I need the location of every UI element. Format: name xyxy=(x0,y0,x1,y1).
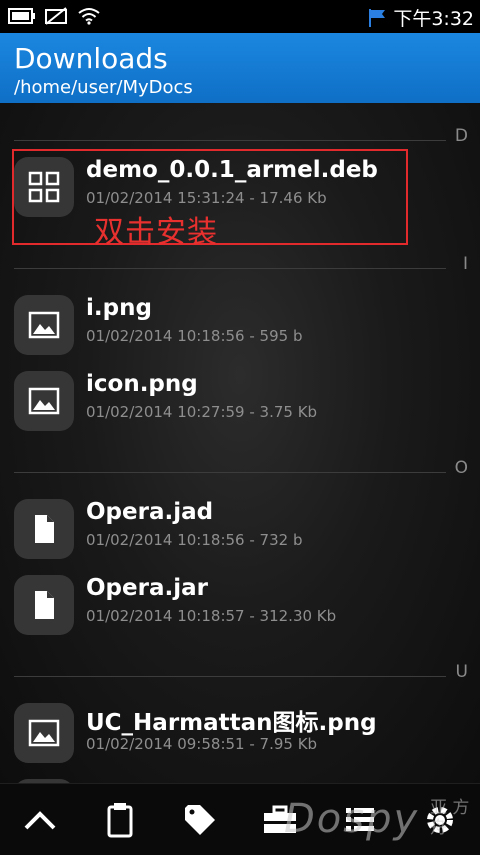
section-header-u: U xyxy=(14,659,480,689)
clock: 下午3:32 xyxy=(393,8,474,30)
file-name: i.png xyxy=(86,295,152,321)
page-title: Downloads xyxy=(14,42,168,75)
image-icon xyxy=(14,371,74,431)
clipboard-icon xyxy=(107,803,133,838)
file-meta: 01/02/2014 09:58:51 - 7.95 Kb xyxy=(86,735,318,753)
file-list[interactable]: D demo_0.0.1_armel.deb 01/02/2014 15:31:… xyxy=(0,103,480,783)
flag-icon xyxy=(369,8,386,27)
wifi-icon xyxy=(78,8,100,25)
section-header-i: I xyxy=(14,251,480,281)
document-icon xyxy=(14,575,74,635)
image-icon xyxy=(14,703,74,763)
list-item[interactable]: UC_Harmattan图标.png 01/02/2014 09:58:51 -… xyxy=(14,697,466,767)
section-header-o: O xyxy=(14,455,480,485)
watermark: Dospy xyxy=(284,796,420,842)
section-letter: U xyxy=(455,662,468,682)
annotation-text: 双击安装 xyxy=(94,215,218,250)
section-divider xyxy=(14,472,446,473)
file-name: Opera.jad xyxy=(86,499,214,525)
file-meta: 01/02/2014 10:18:56 - 732 b xyxy=(86,531,303,549)
file-name: Opera.jar xyxy=(86,575,208,601)
list-item-partial[interactable] xyxy=(14,773,466,783)
battery-icon xyxy=(8,8,35,24)
up-arrow-icon xyxy=(24,811,56,830)
section-divider xyxy=(14,268,446,269)
no-sim-icon xyxy=(45,7,67,25)
tag-icon xyxy=(185,805,215,835)
up-arrow-button[interactable] xyxy=(18,798,62,842)
section-divider xyxy=(14,140,446,141)
file-meta: 01/02/2014 10:27:59 - 3.75 Kb xyxy=(86,403,318,421)
section-letter: I xyxy=(462,254,468,274)
file-meta: 01/02/2014 10:18:57 - 312.30 Kb xyxy=(86,607,337,625)
section-letter: O xyxy=(454,458,468,478)
section-divider xyxy=(14,676,446,677)
file-meta: 01/02/2014 10:18:56 - 595 b xyxy=(86,327,303,345)
file-name: UC_Harmattan图标.png xyxy=(86,710,377,736)
list-item[interactable]: i.png 01/02/2014 10:18:56 - 595 b xyxy=(14,289,466,359)
watermark-secondary: 亚 方舟 xyxy=(430,798,470,838)
file-name: icon.png xyxy=(86,371,198,397)
section-letter: D xyxy=(454,126,468,146)
status-bar: 下午3:32 xyxy=(0,0,480,33)
document-icon xyxy=(14,499,74,559)
clipboard-button[interactable] xyxy=(98,798,142,842)
list-item[interactable]: Opera.jar 01/02/2014 10:18:57 - 312.30 K… xyxy=(14,569,466,639)
image-icon xyxy=(14,295,74,355)
tag-button[interactable] xyxy=(178,798,222,842)
list-item[interactable]: Opera.jad 01/02/2014 10:18:56 - 732 b xyxy=(14,493,466,563)
folder-path: /home/user/MyDocs xyxy=(14,77,193,98)
list-item[interactable]: icon.png 01/02/2014 10:27:59 - 3.75 Kb xyxy=(14,365,466,435)
header: Downloads /home/user/MyDocs xyxy=(0,33,480,103)
